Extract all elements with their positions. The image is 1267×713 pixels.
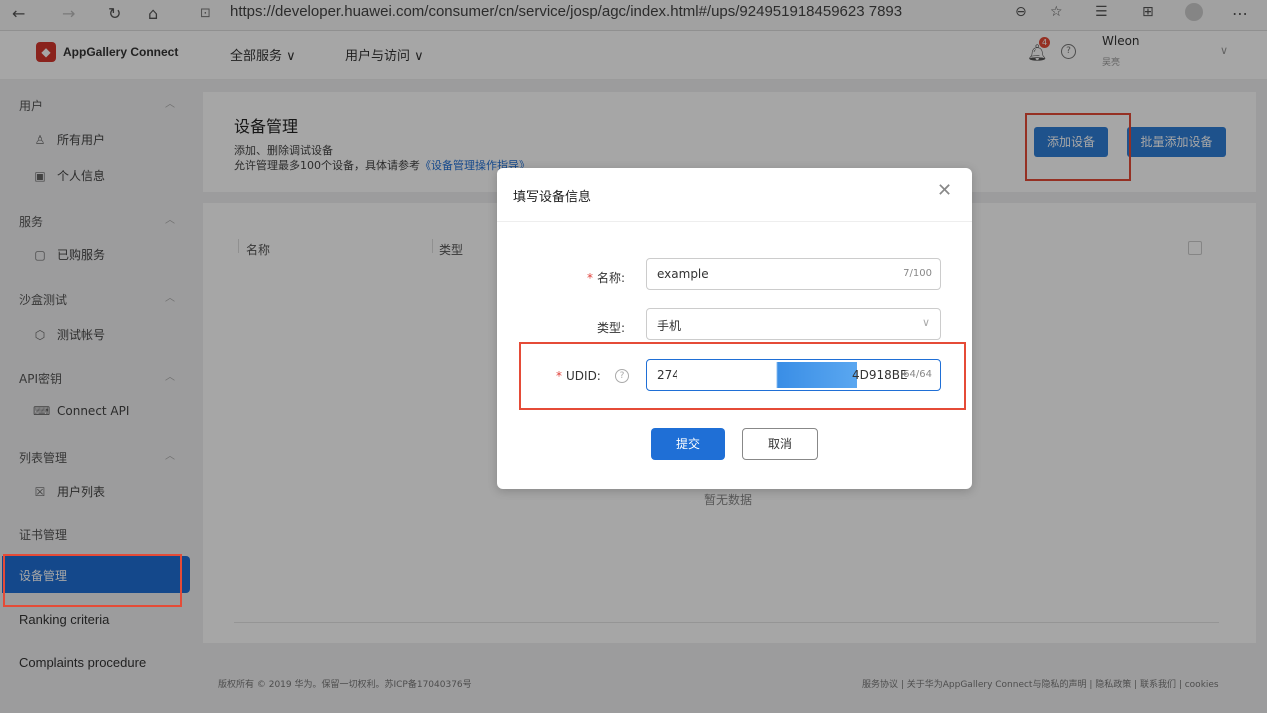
annotation-box-udid	[519, 342, 966, 410]
annotation-box-device-mgmt	[3, 554, 182, 607]
dialog-divider	[497, 221, 972, 222]
dialog-title: 填写设备信息	[513, 190, 592, 205]
submit-button[interactable]: 提交	[651, 428, 725, 460]
name-char-count: 7/100	[903, 268, 932, 279]
cancel-button[interactable]: 取消	[742, 428, 818, 460]
chevron-down-icon: ∨	[921, 316, 930, 329]
name-input-value: example	[657, 267, 709, 281]
name-label: * 名称:	[586, 271, 625, 285]
close-icon[interactable]: ✕	[937, 180, 952, 201]
type-label: 类型:	[596, 321, 625, 335]
name-input[interactable]: example 7/100	[646, 258, 941, 290]
type-select-value: 手机	[657, 319, 682, 333]
type-select[interactable]: 手机 ∨	[646, 308, 941, 340]
device-info-dialog: 填写设备信息 ✕ * 名称: example 7/100 类型: 手机 ∨ * UD…	[497, 168, 972, 489]
